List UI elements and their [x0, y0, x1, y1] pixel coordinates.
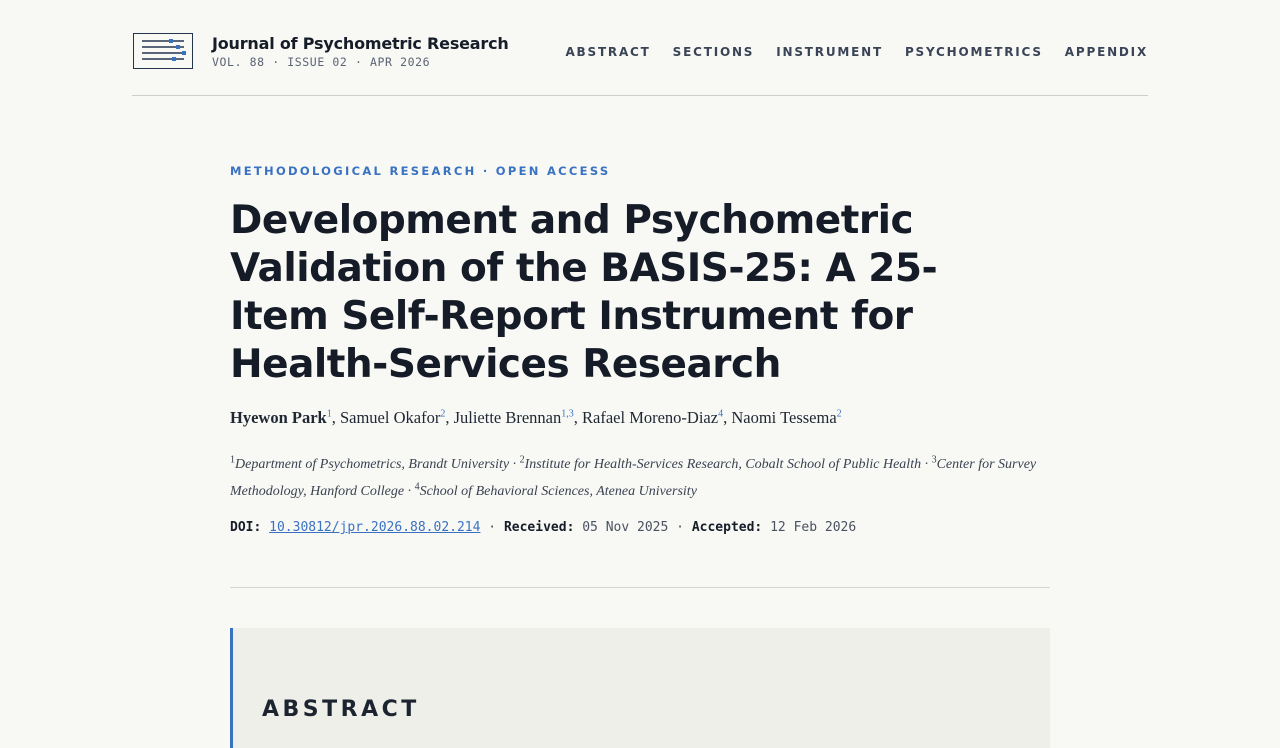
nav-link-abstract[interactable]: ABSTRACT: [565, 45, 650, 59]
top-nav: ABSTRACT SECTIONS INSTRUMENT PSYCHOMETRI…: [565, 45, 1148, 59]
doi-label: DOI:: [230, 520, 262, 535]
author-affiliation-ref: 4: [718, 408, 724, 420]
author-list: Hyewon Park1, Samuel Okafor2, Juliette B…: [230, 408, 842, 427]
affiliation-text: Department of Psychometrics, Brandt Univ…: [235, 457, 510, 472]
nav-link-appendix[interactable]: APPENDIX: [1065, 45, 1148, 59]
author-affiliation-ref: 1: [326, 408, 332, 420]
abstract-heading: ABSTRACT: [262, 697, 420, 722]
nav-link-sections[interactable]: SECTIONS: [673, 45, 755, 59]
received-date: 05 Nov 2025: [582, 520, 669, 535]
author-affiliation-ref: 2: [440, 408, 446, 420]
article-kicker: METHODOLOGICAL RESEARCH · OPEN ACCESS: [230, 164, 611, 178]
section-divider: [230, 587, 1050, 588]
author-affiliation-ref: 1,3: [561, 408, 574, 420]
accepted-date: 12 Feb 2026: [770, 520, 857, 535]
article-meta: DOI: 10.30812/jpr.2026.88.02.214 · Recei…: [230, 520, 857, 535]
site-header: Journal of Psychometric Research VOL. 88…: [132, 30, 1148, 96]
doi-link[interactable]: 10.30812/jpr.2026.88.02.214: [269, 520, 480, 535]
author-name[interactable]: Rafael Moreno-Diaz: [582, 408, 718, 427]
author-name[interactable]: Samuel Okafor: [340, 408, 440, 427]
affiliation-text: School of Behavioral Sciences, Atenea Un…: [419, 484, 697, 499]
nav-link-instrument[interactable]: INSTRUMENT: [776, 45, 883, 59]
author-name[interactable]: Hyewon Park: [230, 408, 327, 427]
affiliation-text: Institute for Health-Services Research, …: [524, 457, 922, 472]
accepted-label: Accepted:: [691, 520, 763, 535]
journal-name[interactable]: Journal of Psychometric Research: [212, 34, 509, 53]
nav-link-psychometrics[interactable]: PSYCHOMETRICS: [905, 45, 1043, 59]
journal-logo-icon[interactable]: [133, 33, 193, 69]
affiliation-list: 1Department of Psychometrics, Brandt Uni…: [230, 454, 1037, 499]
author-name[interactable]: Juliette Brennan: [454, 408, 562, 427]
journal-issue-line: VOL. 88 · ISSUE 02 · APR 2026: [212, 55, 431, 69]
author-name[interactable]: Naomi Tessema: [731, 408, 836, 427]
abstract-box: ABSTRACT: [230, 628, 1050, 748]
author-affiliation-ref: 2: [836, 408, 842, 420]
received-label: Received:: [503, 520, 575, 535]
article-title: Development and Psychometric Validation …: [230, 198, 938, 387]
